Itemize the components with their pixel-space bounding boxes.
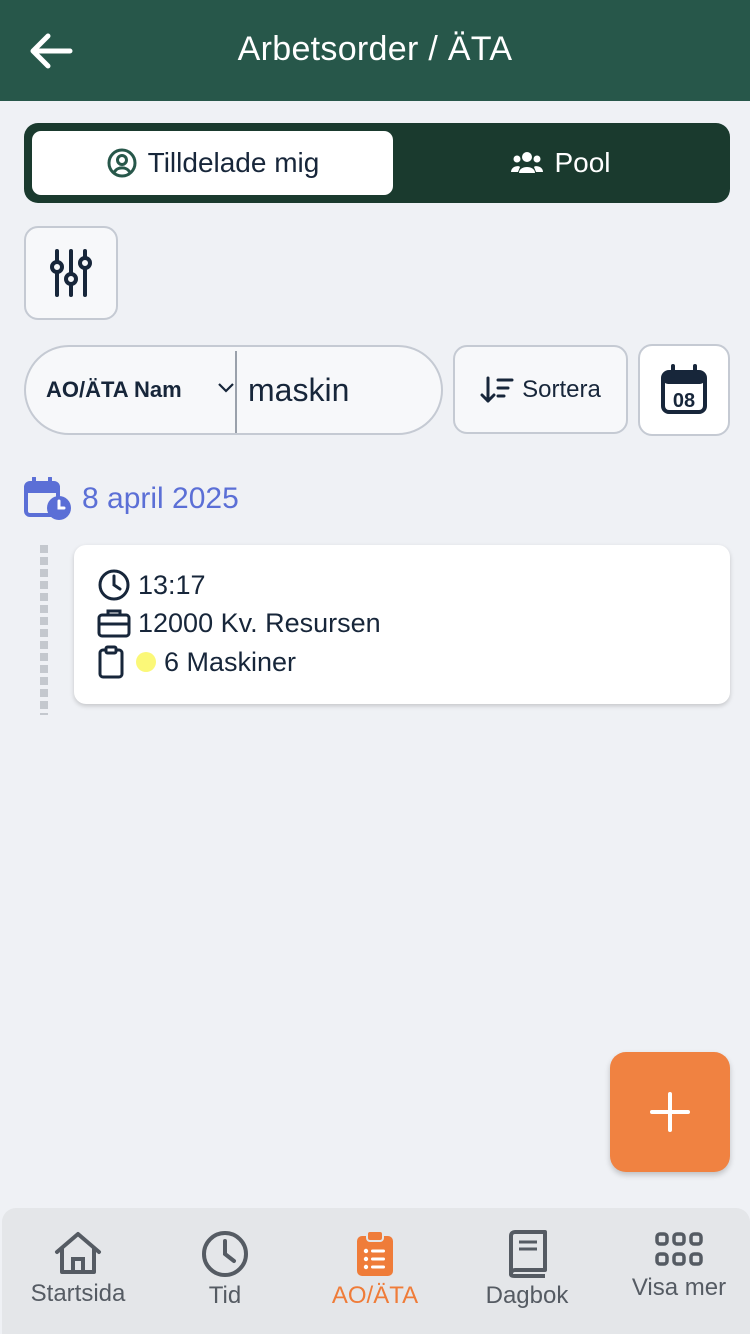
sort-button[interactable]: Sortera	[453, 345, 628, 434]
search-divider	[235, 351, 237, 433]
date-group-label: 8 april 2025	[82, 482, 239, 515]
date-picker-button[interactable]: 08	[638, 344, 730, 436]
book-icon	[509, 1230, 547, 1278]
tab-visa-mer[interactable]: Visa mer	[604, 1208, 750, 1334]
card-time-row: 13:17	[96, 567, 206, 603]
status-dot	[136, 652, 156, 672]
card-time: 13:17	[138, 569, 206, 600]
filter-button[interactable]	[24, 226, 118, 320]
clipboard-icon	[98, 645, 124, 679]
card-title-row: 6 Maskiner	[96, 645, 296, 679]
tab-visa-mer-label: Visa mer	[631, 1274, 727, 1301]
clock-icon	[98, 569, 130, 601]
chevron-down-icon	[218, 383, 234, 393]
tab-startsida-label: Startsida	[30, 1280, 126, 1307]
timeline-line	[40, 545, 48, 715]
home-icon	[55, 1232, 101, 1274]
sort-label: Sortera	[522, 375, 601, 403]
search-input[interactable]: maskin	[248, 347, 349, 433]
calendar-clock-icon	[24, 477, 71, 520]
page-title: Arbetsorder / ÄTA	[237, 30, 513, 68]
calendar-day: 08	[673, 390, 695, 412]
plus-icon	[650, 1092, 690, 1132]
card-project: 12000 Kv. Resursen	[138, 607, 381, 638]
app-header: Arbetsorder / ÄTA	[0, 0, 750, 101]
search-field-select[interactable]: AO/ÄTA Nam	[46, 347, 236, 433]
segment-pool[interactable]: Pool	[399, 131, 722, 195]
tab-dagbok-label: Dagbok	[485, 1282, 569, 1309]
add-work-order-button[interactable]	[610, 1052, 730, 1172]
card-project-row: 12000 Kv. Resursen	[96, 606, 381, 640]
segment-pool-label: Pool	[554, 147, 611, 178]
sliders-icon	[50, 249, 92, 297]
tab-ao-ata[interactable]: AO/ÄTA	[300, 1208, 450, 1334]
sort-icon	[480, 376, 514, 402]
grid-icon	[655, 1232, 703, 1266]
bottom-tab-bar: Startsida Tid AO/ÄTA Dagbok Visa mer	[2, 1208, 750, 1334]
clipboard-list-icon	[357, 1230, 393, 1276]
tab-ao-ata-label: AO/ÄTA	[331, 1282, 419, 1309]
search-field-label: AO/ÄTA Nam	[46, 377, 182, 402]
search-bar: AO/ÄTA Nam maskin	[24, 345, 443, 435]
date-group-heading: 8 april 2025	[24, 476, 239, 522]
segment-assigned-label: Tilldelade mig	[147, 147, 320, 178]
briefcase-icon	[97, 609, 131, 638]
tab-dagbok[interactable]: Dagbok	[452, 1208, 602, 1334]
work-order-card[interactable]: 13:17 12000 Kv. Resursen 6 Maskiner	[74, 545, 730, 704]
tab-tid[interactable]: Tid	[150, 1208, 300, 1334]
users-group-icon	[511, 152, 544, 173]
user-circle-icon	[107, 148, 137, 178]
segment-assigned-to-me[interactable]: Tilldelade mig	[32, 131, 393, 195]
tab-startsida[interactable]: Startsida	[3, 1208, 153, 1334]
tab-tid-label: Tid	[208, 1282, 242, 1309]
calendar-icon: 08	[661, 364, 707, 414]
assignment-toggle: Tilldelade mig Pool	[24, 123, 730, 203]
card-title: 6 Maskiner	[164, 646, 297, 677]
clock-icon	[202, 1231, 248, 1277]
